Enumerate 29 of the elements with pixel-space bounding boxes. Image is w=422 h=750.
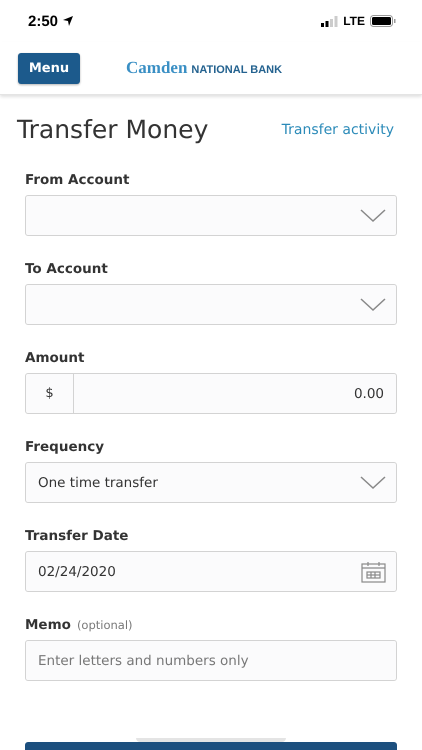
- field-label: Transfer Date: [25, 528, 128, 544]
- chevron-down-icon: [360, 298, 386, 312]
- status-time: 2:50: [28, 12, 58, 30]
- amount-value: 0.00: [352, 384, 385, 404]
- account-select[interactable]: One time transfer: [25, 462, 397, 503]
- chevron-down-icon: [360, 476, 386, 490]
- field-label: Memo: [25, 617, 71, 633]
- account-select[interactable]: [25, 195, 397, 236]
- account-select[interactable]: [25, 284, 397, 325]
- page-title: Transfer Money: [17, 115, 208, 144]
- amount-field[interactable]: $ 0.00: [25, 373, 397, 414]
- battery-icon: [370, 15, 396, 27]
- bank-logo-script: Camden: [126, 58, 188, 78]
- menu-button[interactable]: Menu: [18, 52, 80, 84]
- field-label: To Account: [25, 261, 108, 277]
- date-field[interactable]: 02/24/2020: [25, 551, 397, 592]
- memo-field[interactable]: Enter letters and numbers only: [25, 640, 397, 681]
- currency-prefix: $: [26, 374, 74, 413]
- network-label: LTE: [343, 14, 365, 28]
- calendar-icon: [361, 560, 386, 582]
- location-arrow-icon: [63, 16, 74, 26]
- field-label: Frequency: [25, 439, 104, 455]
- field-label: Amount: [25, 350, 84, 366]
- field-hint: (optional): [76, 618, 133, 632]
- bank-logo-text: NATIONAL BANK: [191, 64, 282, 76]
- chevron-down-icon: [360, 208, 386, 222]
- signal-icon: [321, 16, 338, 26]
- field-label: From Account: [25, 172, 130, 188]
- transfer-activity-link[interactable]: Transfer activity: [282, 122, 394, 138]
